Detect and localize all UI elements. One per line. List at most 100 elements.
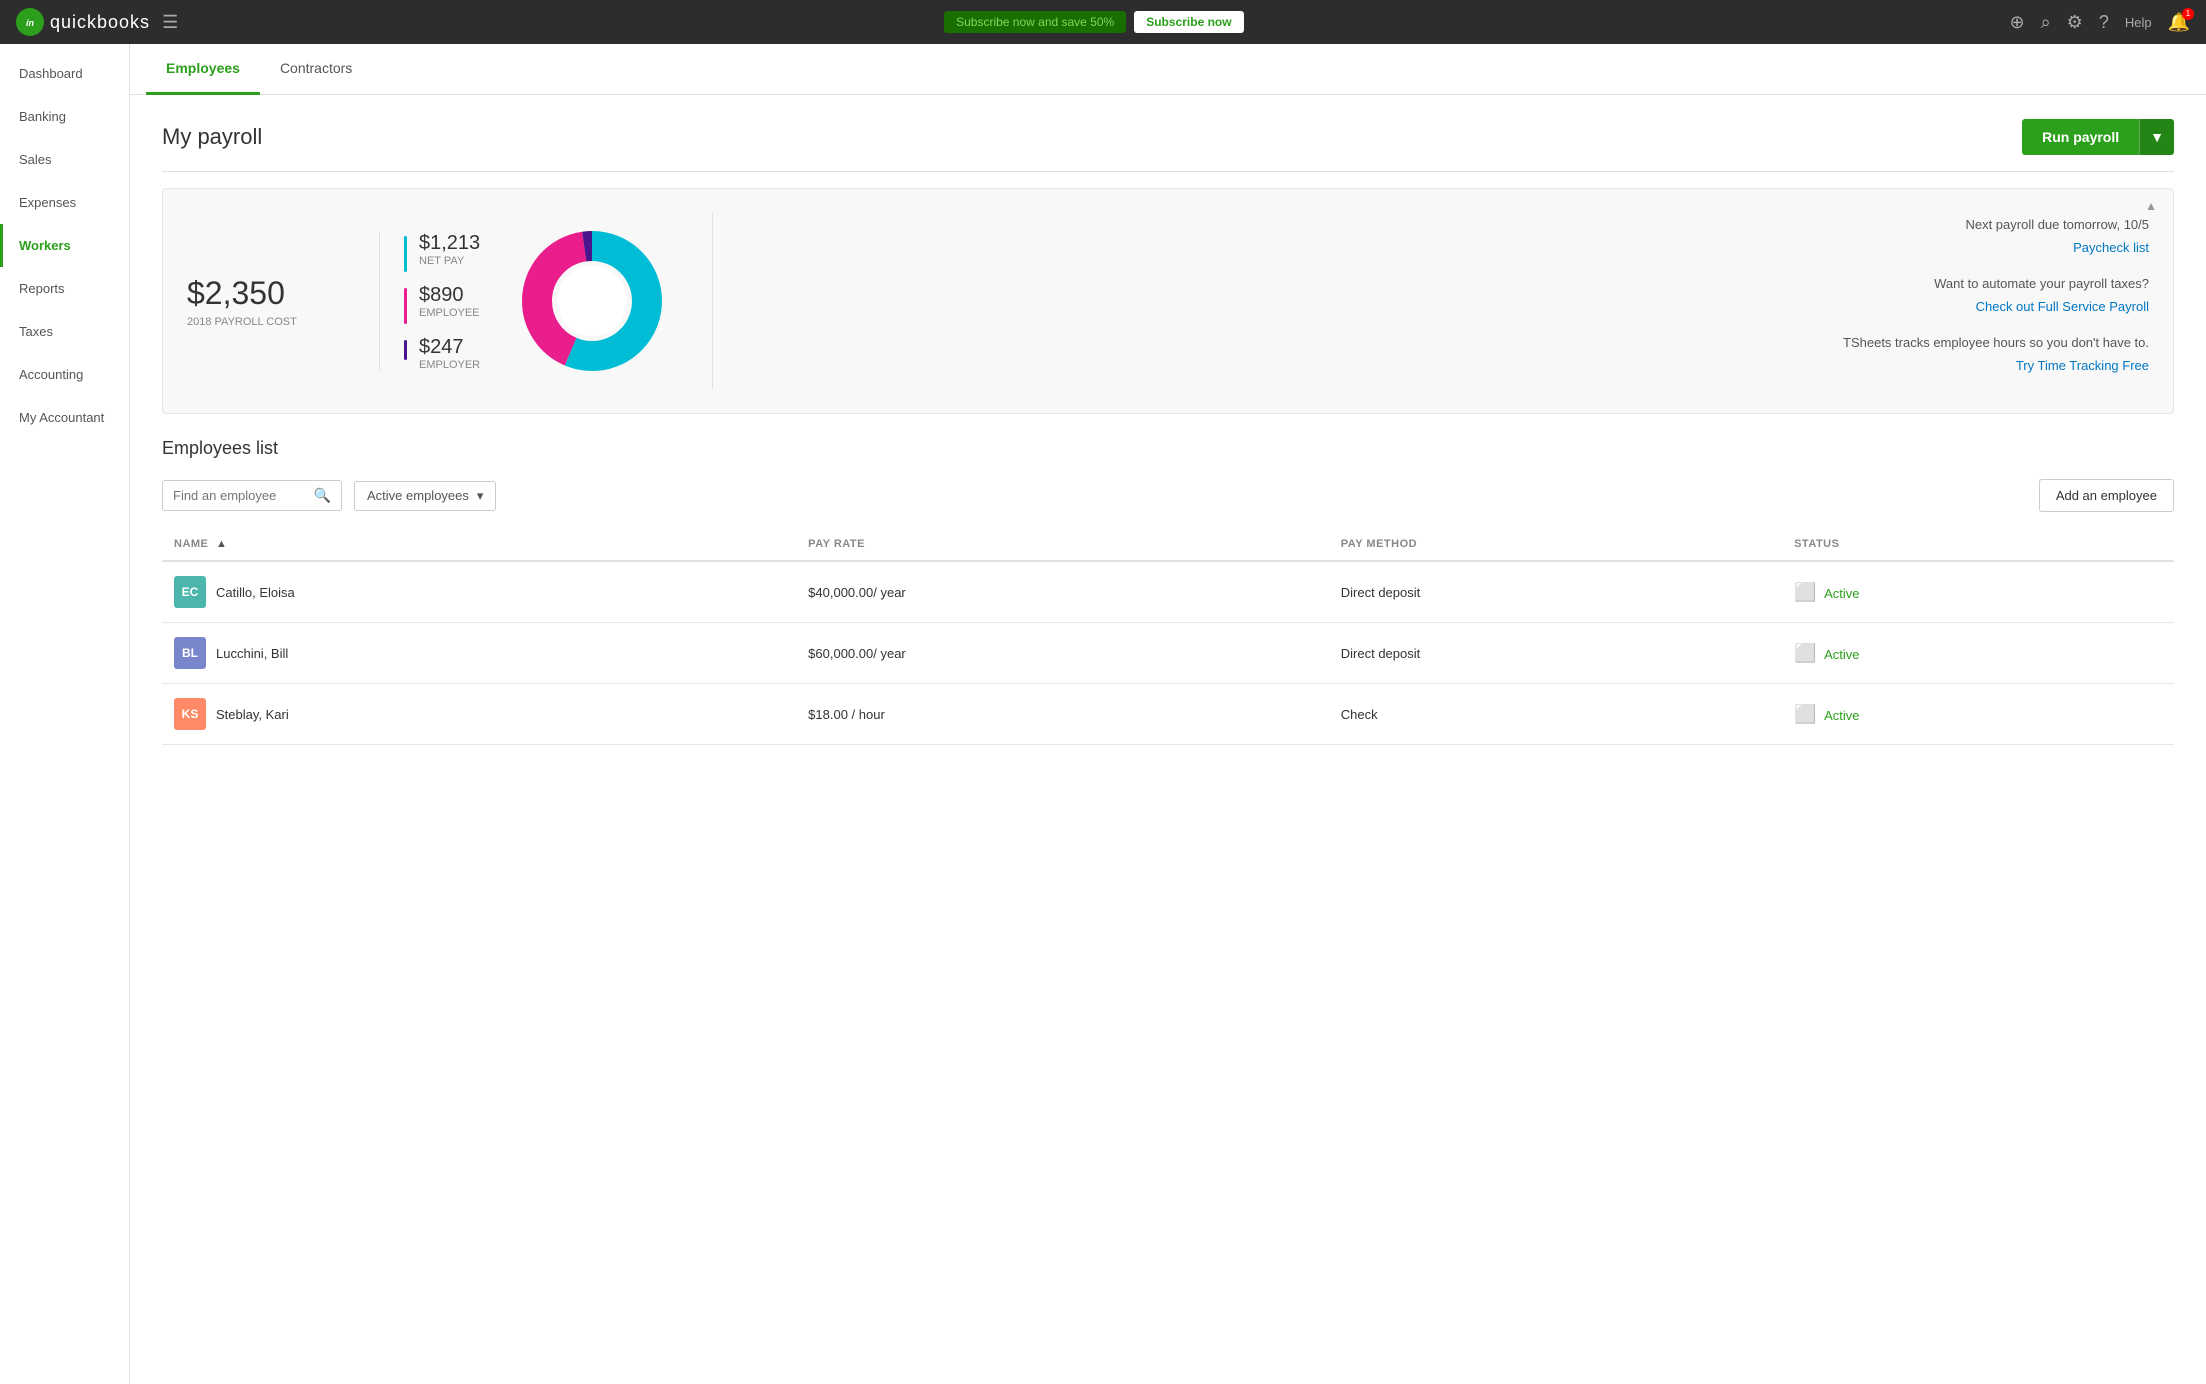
status-badge: Active bbox=[1824, 586, 1859, 601]
sidebar-item-accounting[interactable]: Accounting bbox=[0, 353, 129, 396]
main-content: Employees Contractors My payroll Run pay… bbox=[130, 44, 2206, 1384]
next-payroll-text: Next payroll due tomorrow, 10/5 bbox=[1965, 217, 2149, 232]
tab-contractors[interactable]: Contractors bbox=[260, 44, 372, 95]
notification-icon[interactable]: 🔔 1 bbox=[2168, 12, 2190, 33]
chevron-down-icon: ▾ bbox=[477, 488, 484, 504]
page-header: My payroll Run payroll ▼ bbox=[162, 119, 2174, 155]
col-name[interactable]: NAME ▲ bbox=[162, 528, 796, 561]
toggle-icon[interactable]: ⬜ bbox=[1794, 582, 1816, 602]
breakdown-employer: $247 EMPLOYER bbox=[404, 336, 480, 371]
avatar: BL bbox=[174, 637, 206, 669]
topbar-right: ⊕ ⌕ ⚙ ? Help 🔔 1 bbox=[2009, 12, 2190, 33]
tab-employees[interactable]: Employees bbox=[146, 44, 260, 95]
run-payroll-dropdown[interactable]: ▼ bbox=[2139, 119, 2174, 155]
employee-name: Steblay, Kari bbox=[216, 707, 289, 722]
employee-name-cell: EC Catillo, Eloisa bbox=[174, 576, 784, 608]
search-input[interactable] bbox=[173, 488, 308, 503]
payroll-donut-chart bbox=[512, 221, 672, 381]
time-tracking-link[interactable]: Try Time Tracking Free bbox=[753, 354, 2149, 377]
settings-icon[interactable]: ⚙ bbox=[2067, 12, 2083, 33]
tsheets-text: TSheets tracks employee hours so you don… bbox=[1843, 335, 2149, 350]
subscribe-banner: Subscribe now and save 50% bbox=[944, 11, 1126, 33]
sidebar-item-taxes[interactable]: Taxes bbox=[0, 310, 129, 353]
sidebar-item-dashboard[interactable]: Dashboard bbox=[0, 52, 129, 95]
header-divider bbox=[162, 171, 2174, 172]
summary-divider bbox=[712, 213, 713, 389]
logo-text: quickbooks bbox=[50, 12, 150, 33]
tsheets-block: TSheets tracks employee hours so you don… bbox=[753, 331, 2149, 378]
status-badge: Active bbox=[1824, 647, 1859, 662]
paycheck-list-link[interactable]: Paycheck list bbox=[753, 236, 2149, 259]
pay-method: Direct deposit bbox=[1329, 561, 1782, 623]
status-cell: ⬜ Active bbox=[1782, 623, 2174, 684]
collapse-button[interactable]: ▲ bbox=[2145, 197, 2157, 215]
topbar: in quickbooks ☰ Subscribe now and save 5… bbox=[0, 0, 2206, 44]
controls-left: 🔍 Active employees ▾ bbox=[162, 480, 496, 511]
svg-text:in: in bbox=[26, 18, 35, 28]
col-status: STATUS bbox=[1782, 528, 2174, 561]
employee-name: Lucchini, Bill bbox=[216, 646, 288, 661]
notification-badge: 1 bbox=[2182, 8, 2194, 20]
employer-bar bbox=[404, 340, 407, 360]
net-amount: $1,213 bbox=[419, 232, 480, 255]
pay-method: Check bbox=[1329, 684, 1782, 745]
employees-section: Employees list 🔍 Active employees ▾ Add … bbox=[162, 438, 2174, 745]
payroll-summary-card: ▲ $2,350 2018 PAYROLL COST $1,213 NET PA… bbox=[162, 188, 2174, 414]
col-pay-rate: PAY RATE bbox=[796, 528, 1329, 561]
employer-amount: $247 bbox=[419, 336, 480, 359]
search-wrapper[interactable]: 🔍 bbox=[162, 480, 342, 511]
page-content: My payroll Run payroll ▼ ▲ $2,350 2018 P… bbox=[130, 95, 2206, 769]
status-cell: ⬜ Active bbox=[1782, 561, 2174, 623]
toggle-icon[interactable]: ⬜ bbox=[1794, 643, 1816, 663]
pay-method: Direct deposit bbox=[1329, 623, 1782, 684]
table-row[interactable]: BL Lucchini, Bill $60,000.00/ year Direc… bbox=[162, 623, 2174, 684]
tab-bar: Employees Contractors bbox=[130, 44, 2206, 95]
payroll-breakdown: $1,213 NET PAY $890 EMPLOYEE $247 EMPL bbox=[379, 232, 480, 371]
cost-amount: $2,350 bbox=[187, 275, 347, 312]
logo-icon: in bbox=[16, 8, 44, 36]
search-icon: 🔍 bbox=[314, 487, 331, 504]
employee-bar bbox=[404, 288, 407, 324]
run-payroll-wrapper: Run payroll ▼ bbox=[2022, 119, 2174, 155]
sidebar-item-banking[interactable]: Banking bbox=[0, 95, 129, 138]
topbar-center: Subscribe now and save 50% Subscribe now bbox=[944, 11, 1243, 33]
employee-name: Catillo, Eloisa bbox=[216, 585, 295, 600]
automate-block: Want to automate your payroll taxes? Che… bbox=[753, 272, 2149, 319]
breakdown-employee: $890 EMPLOYEE bbox=[404, 284, 480, 324]
page-title: My payroll bbox=[162, 124, 262, 150]
sidebar-item-expenses[interactable]: Expenses bbox=[0, 181, 129, 224]
help-label[interactable]: Help bbox=[2125, 15, 2152, 30]
subscribe-button[interactable]: Subscribe now bbox=[1134, 11, 1243, 33]
status-cell: ⬜ Active bbox=[1782, 684, 2174, 745]
table-row[interactable]: KS Steblay, Kari $18.00 / hour Check ⬜ A… bbox=[162, 684, 2174, 745]
table-row[interactable]: EC Catillo, Eloisa $40,000.00/ year Dire… bbox=[162, 561, 2174, 623]
add-employee-button[interactable]: Add an employee bbox=[2039, 479, 2174, 512]
sidebar-item-reports[interactable]: Reports bbox=[0, 267, 129, 310]
chevron-up-icon: ▲ bbox=[2145, 199, 2157, 213]
employee-label: EMPLOYEE bbox=[419, 307, 480, 319]
full-service-link[interactable]: Check out Full Service Payroll bbox=[753, 295, 2149, 318]
run-payroll-button[interactable]: Run payroll bbox=[2022, 119, 2139, 155]
quickbooks-logo: in quickbooks bbox=[16, 8, 150, 36]
col-pay-method: PAY METHOD bbox=[1329, 528, 1782, 561]
avatar: KS bbox=[174, 698, 206, 730]
employee-name-cell: BL Lucchini, Bill bbox=[174, 637, 784, 669]
pay-rate: $40,000.00/ year bbox=[796, 561, 1329, 623]
help-icon[interactable]: ? bbox=[2099, 12, 2109, 33]
sidebar-item-sales[interactable]: Sales bbox=[0, 138, 129, 181]
filter-dropdown[interactable]: Active employees ▾ bbox=[354, 481, 496, 511]
net-bar bbox=[404, 236, 407, 272]
status-badge: Active bbox=[1824, 708, 1859, 723]
employees-list-title: Employees list bbox=[162, 438, 2174, 459]
toggle-icon[interactable]: ⬜ bbox=[1794, 704, 1816, 724]
search-icon[interactable]: ⌕ bbox=[2041, 12, 2051, 33]
employee-name-cell: KS Steblay, Kari bbox=[174, 698, 784, 730]
topbar-left: in quickbooks ☰ bbox=[16, 8, 178, 36]
next-payroll-block: Next payroll due tomorrow, 10/5 Paycheck… bbox=[753, 213, 2149, 260]
sidebar-item-workers[interactable]: Workers bbox=[0, 224, 129, 267]
sort-arrow-icon: ▲ bbox=[216, 538, 227, 550]
sidebar-item-my-accountant[interactable]: My Accountant bbox=[0, 396, 129, 439]
avatar: EC bbox=[174, 576, 206, 608]
menu-icon[interactable]: ☰ bbox=[162, 12, 178, 33]
add-icon[interactable]: ⊕ bbox=[2009, 12, 2024, 33]
